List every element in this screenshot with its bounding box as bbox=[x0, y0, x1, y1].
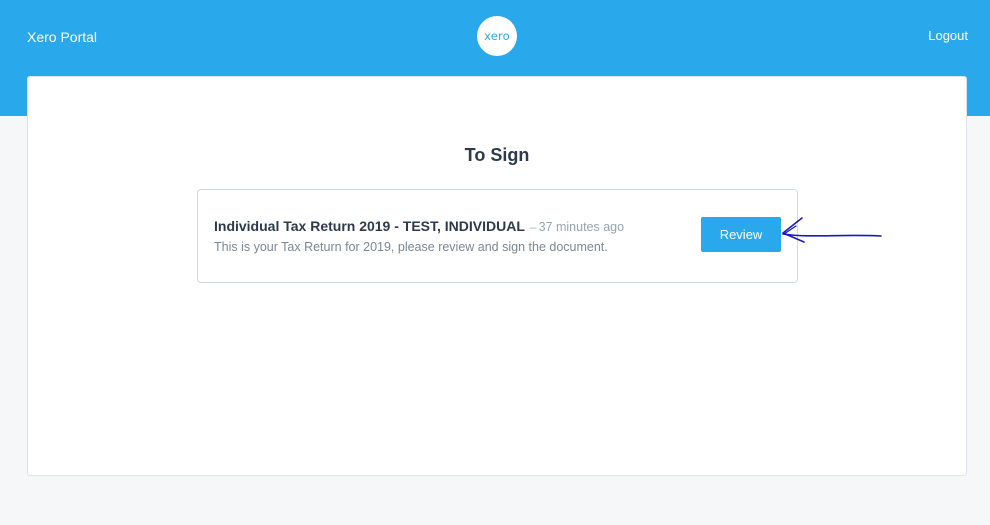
document-title: Individual Tax Return 2019 - TEST, INDIV… bbox=[214, 218, 525, 234]
main-panel: To Sign Individual Tax Return 2019 - TES… bbox=[27, 76, 967, 476]
document-card: Individual Tax Return 2019 - TEST, INDIV… bbox=[197, 189, 798, 283]
xero-logo-icon: xero bbox=[477, 16, 517, 56]
page-title: To Sign bbox=[464, 145, 530, 165]
document-time-ago: 37 minutes ago bbox=[538, 220, 625, 234]
annotation-arrow-icon bbox=[782, 217, 882, 243]
document-title-row: Individual Tax Return 2019 - TEST, INDIV… bbox=[214, 218, 624, 236]
app-title: Xero Portal bbox=[27, 29, 98, 45]
review-button[interactable]: Review bbox=[701, 217, 781, 252]
document-description: This is your Tax Return for 2019, please… bbox=[214, 240, 608, 254]
logout-link[interactable]: Logout bbox=[928, 28, 968, 43]
document-separator: – bbox=[529, 220, 537, 234]
